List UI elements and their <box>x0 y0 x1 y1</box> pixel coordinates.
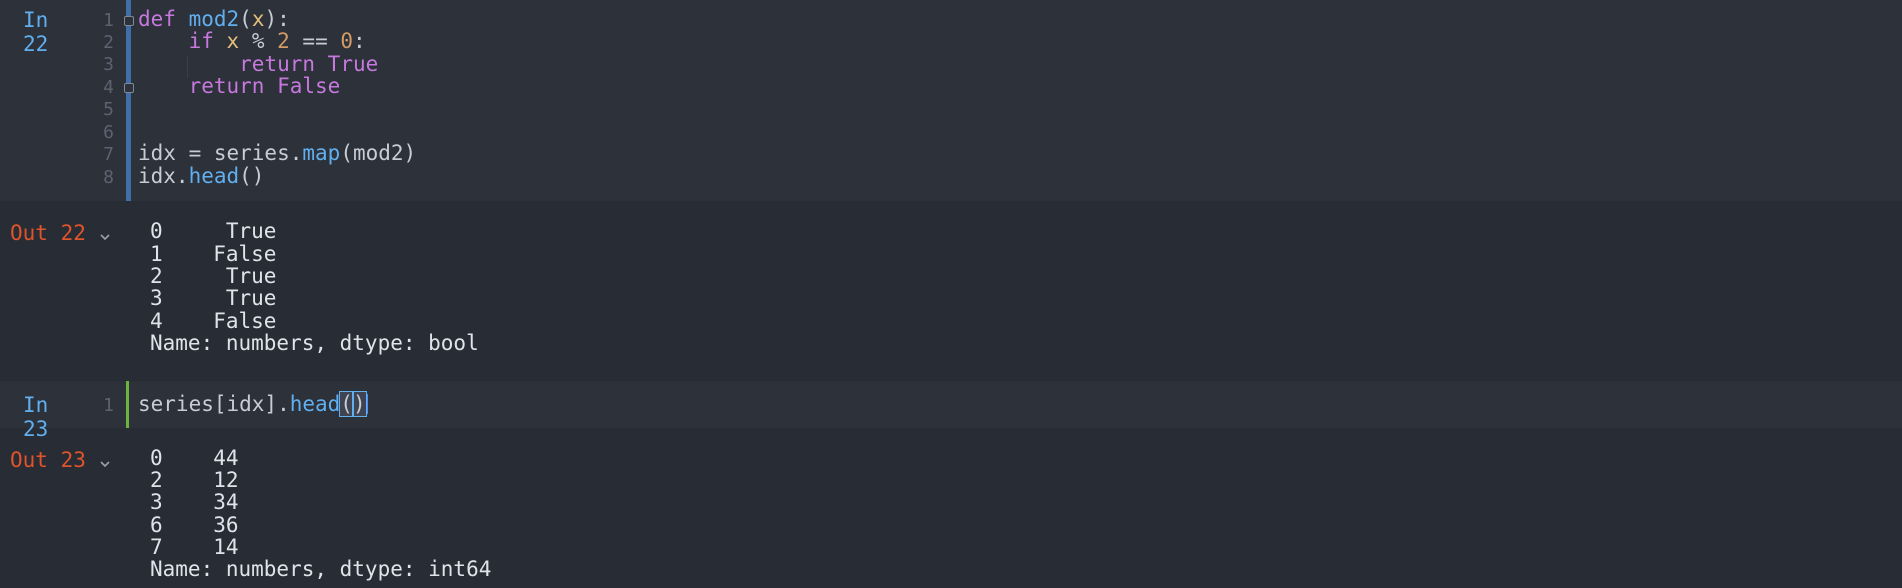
line-number: 2 <box>103 32 114 53</box>
out-prompt-23: Out 23 <box>10 448 86 472</box>
line-number: 3 <box>103 54 114 75</box>
code-text: idx = series. <box>138 141 303 165</box>
parameter: x <box>251 7 265 31</box>
input-cell-22[interactable]: In 22 1 2 3 4 5 6 7 8 def mod2(x): if x … <box>0 0 1902 201</box>
out-prompt-22: Out 22 <box>10 221 86 245</box>
output-line: 2 True <box>150 264 277 288</box>
output-summary: Name: numbers, dtype: int64 <box>150 557 492 581</box>
code-text: () <box>239 164 265 188</box>
output-cell-23: Out 23 0 44 2 12 3 34 6 36 7 14 Name: nu… <box>0 428 1902 588</box>
output-line: 3 34 <box>150 490 239 514</box>
output-line: 4 False <box>150 309 277 333</box>
input-cell-23[interactable]: In 23 1 series[idx].head() <box>0 381 1902 441</box>
cell-selection-bar <box>126 0 131 201</box>
line-number: 6 <box>103 122 114 143</box>
matching-bracket: ( <box>339 391 354 417</box>
output-cell-22: Out 22 0 True 1 False 2 True 3 True 4 Fa… <box>0 201 1902 381</box>
text-cursor <box>365 394 368 414</box>
output-line: 2 12 <box>150 468 239 492</box>
output-summary: Name: numbers, dtype: bool <box>150 331 479 355</box>
fold-marker-icon[interactable] <box>124 83 134 93</box>
line-number: 1 <box>103 395 114 416</box>
method-name: head <box>289 392 341 416</box>
number: 2 <box>277 29 290 53</box>
output-line: 3 True <box>150 286 277 310</box>
boolean: True <box>327 52 379 76</box>
punct: : <box>353 29 366 53</box>
punct: ( <box>239 7 252 31</box>
output-line: 6 36 <box>150 513 239 537</box>
line-number: 5 <box>103 99 114 120</box>
code-line[interactable]: series[idx].head() <box>138 391 368 417</box>
output-line: 0 True <box>150 219 277 243</box>
code-line[interactable]: return False <box>138 74 341 98</box>
code-text: idx. <box>138 164 189 188</box>
in-prompt-22: In 22 <box>23 8 49 56</box>
variable: x <box>226 29 240 53</box>
keyword: def <box>138 7 176 31</box>
method-name: map <box>302 141 341 165</box>
code-line[interactable]: return True <box>138 53 378 75</box>
keyword: if <box>188 29 214 53</box>
line-number: 4 <box>103 77 114 98</box>
punct: ): <box>264 7 290 31</box>
line-number: 8 <box>103 167 114 188</box>
output-line: 7 14 <box>150 535 239 559</box>
function-name: mod2 <box>188 7 240 31</box>
matching-bracket: ) <box>351 391 367 417</box>
line-number: 1 <box>103 10 114 31</box>
operator: % <box>239 29 278 53</box>
code-line[interactable]: if x % 2 == 0: <box>138 30 366 52</box>
chevron-down-icon[interactable] <box>98 225 112 241</box>
chevron-down-icon[interactable] <box>98 452 112 468</box>
keyword: return <box>188 74 265 98</box>
line-number: 7 <box>103 144 114 165</box>
boolean: False <box>277 74 341 98</box>
code-text: series[idx]. <box>138 392 290 416</box>
operator: == <box>289 29 341 53</box>
fold-marker-icon[interactable] <box>124 16 134 26</box>
code-line[interactable]: def mod2(x): <box>138 8 290 30</box>
active-cell-bar <box>126 381 129 428</box>
code-line[interactable]: idx = series.map(mod2) <box>138 142 416 164</box>
output-line: 0 44 <box>150 446 239 470</box>
code-text: (mod2) <box>340 141 417 165</box>
output-line: 1 False <box>150 242 277 266</box>
method-name: head <box>188 164 240 188</box>
keyword: return <box>239 52 316 76</box>
number: 0 <box>340 29 354 53</box>
code-line[interactable]: idx.head() <box>138 165 264 187</box>
